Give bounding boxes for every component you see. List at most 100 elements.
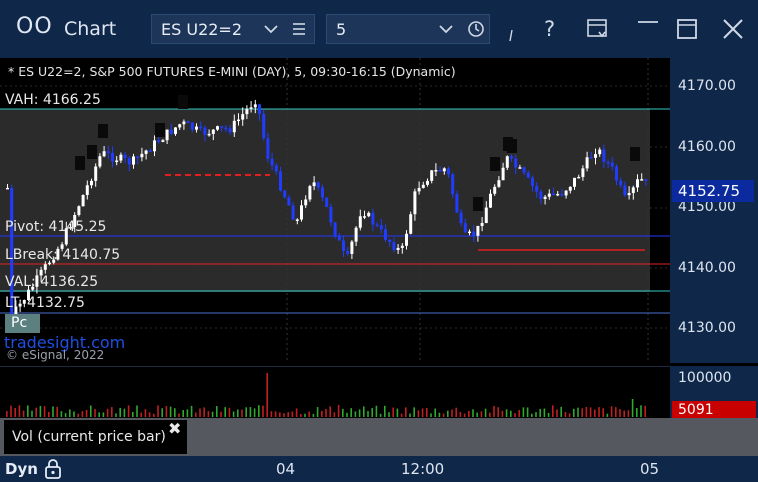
volume-bar (497, 407, 499, 417)
chevron-down-icon[interactable] (439, 24, 453, 34)
volume-bar (627, 410, 630, 417)
volume-bar (73, 411, 75, 417)
volume-bar (148, 412, 151, 417)
volume-bar (262, 405, 264, 417)
volume-bar (115, 413, 117, 417)
candle-body (577, 176, 581, 179)
volume-bar (413, 407, 415, 417)
svg-text:?: ? (544, 17, 555, 41)
volume-pane[interactable] (0, 366, 670, 419)
candle-body (589, 157, 593, 159)
volume-bar (169, 406, 172, 417)
volume-bar (186, 409, 189, 417)
volume-chart[interactable] (0, 367, 670, 419)
volume-bar (144, 409, 147, 417)
volume-bar (69, 409, 71, 417)
candle-body (539, 191, 543, 199)
close-icon[interactable] (722, 18, 744, 40)
list-icon[interactable] (292, 22, 306, 36)
candle-body (375, 224, 379, 226)
volume-bar (241, 409, 243, 417)
candle-body (157, 140, 161, 142)
volume-bar (640, 405, 642, 417)
volume-bar (610, 406, 613, 417)
volume-bar (203, 407, 205, 417)
candle-body (417, 187, 421, 192)
symbol-input[interactable]: ES U22=2 (151, 14, 315, 44)
candle-body (174, 127, 177, 134)
volume-bar (501, 410, 504, 417)
volume-bar (354, 411, 357, 417)
candle-body (388, 239, 392, 243)
volume-bar (631, 399, 634, 417)
volume-bar (312, 413, 315, 417)
volume-bar (216, 406, 218, 417)
candle-body (253, 104, 257, 108)
volume-bar (308, 411, 310, 417)
candle-body (228, 128, 232, 133)
candle-body (220, 126, 224, 128)
candle-body (333, 222, 337, 236)
candle-body (493, 186, 497, 194)
clock-icon[interactable] (467, 20, 485, 38)
candle-body (211, 129, 215, 134)
volume-bar (623, 410, 625, 417)
volume-bar (463, 413, 466, 417)
dynamic-mode-button[interactable]: Dyn (5, 460, 38, 478)
volume-bar (384, 405, 386, 417)
count-marker-bg (507, 139, 517, 153)
count-marker-bg (178, 95, 188, 109)
count-marker-bg (155, 123, 165, 137)
interval-input[interactable]: 5 (326, 14, 490, 44)
minimize-icon[interactable] (638, 20, 658, 24)
candle-body (127, 158, 131, 165)
volume-bar (94, 408, 96, 417)
volume-bar (98, 412, 100, 417)
volume-bar (518, 410, 520, 417)
volume-bar (489, 412, 491, 417)
candle-body (531, 177, 534, 186)
candle-body (237, 119, 240, 122)
candle-body (442, 168, 446, 172)
volume-bar (417, 410, 420, 417)
volume-bar (400, 413, 403, 417)
time-label: 12:00 (401, 460, 445, 478)
candle-body (300, 205, 303, 220)
candle-body (623, 185, 627, 196)
volume-bar (535, 412, 537, 417)
volume-bar (556, 409, 558, 417)
candle-body (43, 264, 47, 270)
window-icon[interactable]: OO (16, 14, 53, 39)
candle-body (90, 180, 93, 186)
volume-bar (85, 409, 88, 417)
candle-body (115, 160, 119, 163)
volume-bar (123, 408, 126, 417)
volume-bar (493, 405, 495, 417)
vah-label: VAH: 4166.25 (5, 92, 101, 108)
volume-bar (342, 408, 344, 417)
volume-bar (287, 412, 289, 417)
candle-body (484, 207, 488, 224)
candle-body (161, 140, 165, 142)
layout-icon[interactable] (586, 17, 610, 41)
candle-body (421, 184, 425, 188)
candle-body (560, 193, 564, 196)
candle-body (543, 196, 547, 199)
lock-icon[interactable] (44, 458, 62, 480)
volume-bar (283, 413, 285, 417)
maximize-icon[interactable] (676, 18, 698, 40)
volume-bar (48, 411, 50, 417)
candle-body (615, 166, 618, 181)
volume-bar (119, 407, 121, 417)
help-icon[interactable]: ? (541, 17, 563, 41)
chevron-down-icon[interactable] (264, 24, 278, 34)
volume-bar (409, 413, 411, 417)
last-price-marker: 4152.75 (672, 180, 754, 202)
candle-body (451, 174, 455, 195)
volume-bar (472, 409, 474, 417)
indicator-close-icon[interactable]: ✖ (168, 419, 181, 438)
candle-body (106, 151, 110, 153)
volume-bar (22, 410, 25, 417)
volume-bar (573, 408, 575, 417)
pin-icon[interactable] (508, 30, 516, 42)
